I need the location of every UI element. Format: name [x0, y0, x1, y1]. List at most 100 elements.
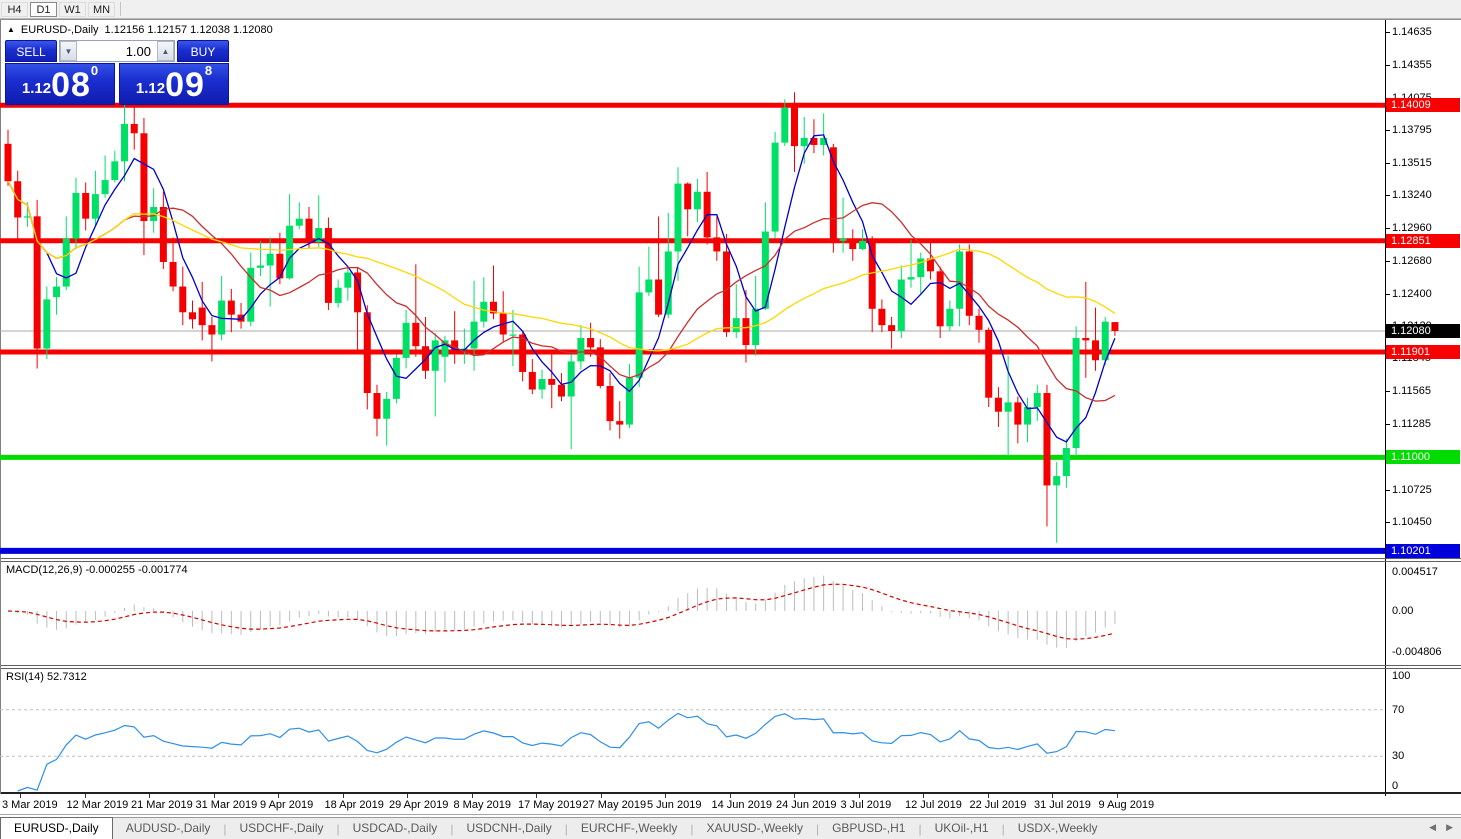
candle-body: [742, 318, 749, 345]
candle-body: [306, 219, 313, 242]
price-axis-tick-mark: [1385, 32, 1390, 33]
candle-body: [471, 322, 478, 349]
tab-xauusd-weekly[interactable]: XAUUSD-,Weekly: [693, 818, 815, 839]
tab-gbpusd-h1[interactable]: GBPUSD-,H1: [819, 818, 918, 839]
candle-body: [616, 421, 623, 425]
candle-body: [1063, 448, 1070, 476]
rsi-line: [18, 713, 1115, 791]
price-axis-tick: 1.13515: [1392, 157, 1432, 169]
price-axis-tick: 1.13795: [1392, 124, 1432, 136]
candle-body: [412, 323, 419, 346]
price-axis-tick: 1.13240: [1392, 189, 1432, 201]
date-axis-label: 9 Apr 2019: [260, 799, 313, 811]
candle-body: [131, 124, 138, 133]
candle-body: [1005, 402, 1012, 411]
tab-scroll-left-icon[interactable]: ◀: [1429, 822, 1436, 833]
candle-body: [713, 237, 720, 251]
date-axis-tick: [1117, 794, 1118, 798]
price-axis-tick: 1.11565: [1392, 385, 1431, 397]
candle-body: [985, 330, 992, 398]
candle-body: [694, 192, 701, 210]
candle-body: [772, 143, 779, 232]
tab-usdchf-daily[interactable]: USDCHF-,Daily: [227, 818, 337, 839]
date-axis-tick: [730, 794, 731, 798]
volume-input[interactable]: [77, 41, 157, 61]
tab-usdcnh-daily[interactable]: USDCNH-,Daily: [453, 818, 564, 839]
candle-body: [1111, 322, 1118, 331]
macd-indicator-label: MACD(12,26,9) -0.000255 -0.001774: [6, 564, 188, 576]
candle-body: [995, 398, 1002, 412]
date-axis-tick: [472, 794, 473, 798]
candle-body: [655, 280, 662, 315]
date-axis-tick: [149, 794, 150, 798]
buy-price-pipette: 8: [205, 64, 212, 78]
candle-body: [373, 393, 380, 419]
candle-body: [801, 138, 808, 146]
candle-body: [781, 108, 788, 143]
tab-ukoil-h1[interactable]: UKOil-,H1: [922, 818, 1002, 839]
tab-usdcad-daily[interactable]: USDCAD-,Daily: [340, 818, 451, 839]
macd-axis-label: 0.00: [1392, 605, 1413, 617]
candle-body: [674, 184, 681, 252]
date-axis-tick: [85, 794, 86, 798]
candle-body: [228, 301, 235, 315]
candle-body: [723, 251, 730, 332]
date-axis-label: 31 Jul 2019: [1034, 799, 1091, 811]
sell-price-prefix: 1.12: [22, 76, 51, 102]
tab-audusd-daily[interactable]: AUDUSD-,Daily: [113, 818, 224, 839]
candle-body: [286, 226, 293, 279]
tab-scroll-right-icon[interactable]: ▶: [1446, 822, 1453, 833]
date-axis-label: 21 Mar 2019: [131, 799, 193, 811]
candle-body: [558, 385, 565, 397]
volume-increase-button[interactable]: ▲: [157, 41, 174, 61]
sell-button[interactable]: SELL: [5, 40, 57, 62]
date-axis-label: 31 Mar 2019: [196, 799, 258, 811]
candle-body: [267, 254, 274, 266]
candle-body: [587, 338, 594, 347]
price-axis-tick: 1.12960: [1392, 222, 1432, 234]
sell-price-pipette: 0: [91, 64, 98, 78]
tab-scroll-arrows: ◀ ▶: [1429, 822, 1453, 833]
date-axis-label: 24 Jun 2019: [776, 799, 837, 811]
candle-body: [849, 239, 856, 250]
candle-body: [1043, 393, 1050, 485]
sell-price-display[interactable]: 1.12080: [5, 63, 115, 105]
candle-body: [577, 338, 584, 361]
buy-button[interactable]: BUY: [177, 40, 229, 62]
candle-body: [325, 228, 332, 303]
buy-price-display[interactable]: 1.12098: [119, 63, 229, 105]
moving-average-13: [8, 181, 1115, 401]
candle-body: [170, 262, 177, 287]
trading-platform-window: H4D1W1MN ▲ EURUSD-,Daily 1.12156 1.12157…: [0, 0, 1461, 839]
candle-body: [43, 299, 50, 348]
volume-decrease-button[interactable]: ▼: [60, 41, 77, 61]
candle-body: [908, 277, 915, 279]
tab-eurchf-weekly[interactable]: EURCHF-,Weekly: [568, 818, 690, 839]
candle-body: [956, 251, 963, 308]
candle-body: [1092, 340, 1099, 360]
date-axis-tick: [794, 794, 795, 798]
candle-body: [898, 280, 905, 331]
candlestick-series: [5, 92, 1119, 542]
candle-body: [636, 292, 643, 377]
chart-title: ▲ EURUSD-,Daily 1.12156 1.12157 1.12038 …: [7, 24, 273, 36]
candle-body: [111, 161, 118, 180]
date-axis-label: 14 Jun 2019: [712, 799, 773, 811]
date-axis-tick: [665, 794, 666, 798]
price-level-tag-1.10201: 1.10201: [1386, 544, 1460, 558]
date-axis-tick: [214, 794, 215, 798]
candle-body: [189, 312, 196, 319]
price-axis-tick-mark: [1385, 163, 1390, 164]
candle-body: [859, 241, 866, 249]
candle-body: [403, 323, 410, 358]
date-axis-label: 3 Mar 2019: [2, 799, 58, 811]
chart-surface[interactable]: [0, 0, 1461, 839]
tab-usdx-weekly[interactable]: USDX-,Weekly: [1005, 818, 1111, 839]
date-axis-label: 3 Jul 2019: [841, 799, 892, 811]
date-axis-label: 29 Apr 2019: [389, 799, 448, 811]
tab-eurusd-daily[interactable]: EURUSD-,Daily: [0, 817, 113, 839]
price-level-tag-1.11901: 1.11901: [1386, 345, 1460, 359]
date-axis-tick: [1052, 794, 1053, 798]
candle-body: [53, 287, 60, 298]
candle-body: [548, 379, 555, 385]
